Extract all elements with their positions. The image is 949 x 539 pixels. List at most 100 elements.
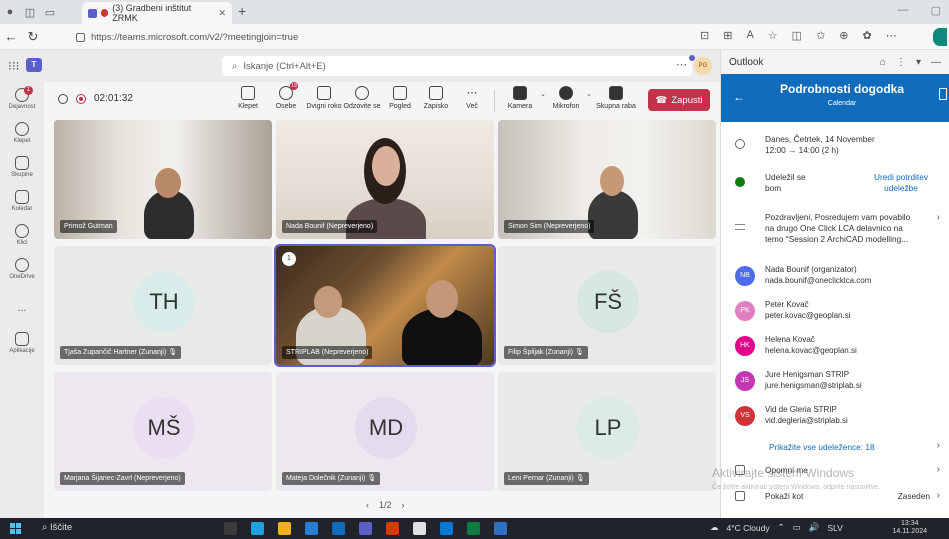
react-button[interactable]: Odzovite se bbox=[342, 86, 382, 110]
read-aloud-icon[interactable]: A bbox=[746, 29, 753, 42]
url-field[interactable]: https://teams.microsoft.com/v2/?meetingj… bbox=[76, 28, 716, 46]
back-icon[interactable]: ← bbox=[0, 29, 22, 44]
avatar-tile[interactable]: TH Tjaša Zupančič Hartner (Zunanji) 🎙 bbox=[54, 246, 272, 365]
collections-icon[interactable]: ⊕ bbox=[839, 29, 848, 42]
raise-hand-button[interactable]: Dvigni roko bbox=[304, 86, 344, 110]
participant-name: Primož Gutman bbox=[60, 220, 117, 233]
camera-button[interactable]: ⌄ Kamera bbox=[500, 86, 546, 110]
profile-icon[interactable]: ● bbox=[0, 2, 20, 22]
meeting-info-icon[interactable] bbox=[58, 94, 68, 104]
back-arrow-icon[interactable]: ← bbox=[733, 90, 745, 104]
favorite-star-icon[interactable]: ☆ bbox=[768, 29, 778, 42]
video-tile-active-speaker[interactable]: 1 STRIPLAB (Nepreverjeno) bbox=[274, 244, 496, 367]
teams-icon[interactable] bbox=[359, 522, 372, 535]
prev-page-icon[interactable]: ‹ bbox=[366, 500, 369, 510]
user-avatar[interactable]: PG bbox=[694, 57, 712, 75]
rail-item-onedrive[interactable]: OneDrive bbox=[0, 258, 44, 280]
windows-start-icon[interactable] bbox=[10, 523, 21, 534]
chrome-icon[interactable] bbox=[413, 522, 426, 535]
share-button[interactable]: Skupna raba bbox=[596, 86, 636, 110]
view-button[interactable]: Pogled bbox=[380, 86, 420, 110]
rail-label: Koledar bbox=[11, 206, 33, 212]
refresh-icon[interactable]: ↻ bbox=[22, 29, 44, 45]
chevron-right-icon[interactable]: › bbox=[937, 490, 940, 501]
browser-tab-teams[interactable]: (3) Gradbeni inštitut ZRMK ✕ bbox=[82, 2, 232, 24]
tray-overflow-icon[interactable]: ⌃ bbox=[778, 522, 785, 533]
favorites-icon[interactable]: ✩ bbox=[816, 29, 825, 42]
rsvp-status-2: bom bbox=[765, 183, 782, 193]
taskbar-clock[interactable]: 13:34 14.11.2024 bbox=[892, 520, 927, 536]
more-button[interactable]: ⋯ Več bbox=[452, 86, 492, 110]
participant-name: Tjaša Zupančič Hartner (Zunanji) 🎙 bbox=[60, 346, 182, 359]
taskbar-search[interactable]: ⌕ Iščite bbox=[42, 522, 72, 533]
split-screen-icon[interactable]: ◫ bbox=[792, 29, 802, 42]
minimize-icon[interactable]: — bbox=[898, 4, 909, 17]
attendee-item[interactable]: NB Nada Bounif (organizator) nada.bounif… bbox=[721, 262, 949, 292]
rail-item-more[interactable]: ... bbox=[0, 302, 44, 314]
copilot-icon[interactable] bbox=[933, 28, 947, 46]
home-icon[interactable]: ⌂ bbox=[880, 57, 886, 68]
delete-icon[interactable] bbox=[939, 88, 947, 100]
task-view-icon[interactable] bbox=[224, 522, 237, 535]
maximize-icon[interactable]: ▢ bbox=[931, 4, 941, 17]
more-options-icon[interactable]: ⋯ bbox=[676, 58, 687, 71]
video-tile[interactable]: Primož Gutman bbox=[54, 120, 272, 239]
mic-button[interactable]: ⌄ Mikrofon bbox=[546, 86, 592, 110]
avatar-tile[interactable]: MD Mateja Dolečnik (Zunanji) 🎙 bbox=[276, 372, 494, 491]
edit-rsvp-button[interactable]: Uredi potrditev udeležbe bbox=[861, 172, 941, 194]
rail-item-apps[interactable]: Aplikacije bbox=[0, 332, 44, 354]
reader-icon[interactable]: ⊞ bbox=[723, 29, 732, 42]
extensions-icon[interactable]: ✿ bbox=[863, 29, 872, 42]
edge-icon[interactable] bbox=[251, 522, 264, 535]
volume-icon[interactable]: 🔊 bbox=[809, 522, 820, 533]
remote-desktop-icon[interactable] bbox=[440, 522, 453, 535]
weather-text[interactable]: 4°C Cloudy bbox=[727, 523, 770, 533]
powerpoint-icon[interactable] bbox=[386, 522, 399, 535]
chevron-right-icon[interactable]: › bbox=[937, 212, 940, 223]
browser-menu-icon[interactable]: ⋯ bbox=[886, 29, 897, 42]
app-launcher-icon[interactable]: ⁝⁝⁝ bbox=[8, 59, 19, 73]
notes-label: Zapisko bbox=[423, 103, 449, 110]
attendee-item[interactable]: VS Vid de Gleria STRIP vid.degleria@stri… bbox=[721, 402, 949, 432]
video-tile[interactable]: Nada Bounif (Nepreverjeno) bbox=[276, 120, 494, 239]
rail-item-calls[interactable]: Klici bbox=[0, 224, 44, 246]
avatar-tile[interactable]: MŠ Marjana Šijanec-Zavrl (Nepreverjeno) bbox=[54, 372, 272, 491]
photos-icon[interactable] bbox=[494, 522, 507, 535]
rail-item-teams[interactable]: Skupine bbox=[0, 156, 44, 178]
app-available-icon[interactable]: ⊡ bbox=[700, 29, 709, 42]
new-tab-button[interactable]: + bbox=[238, 3, 246, 19]
tab-actions-icon[interactable]: ▭ bbox=[40, 2, 60, 22]
minimize-panel-icon[interactable]: — bbox=[931, 57, 941, 68]
search-input[interactable]: ⌕ Iskanje (Ctrl+Alt+E) bbox=[222, 56, 692, 76]
show-as-row[interactable]: Pokaži kot Zaseden › bbox=[721, 490, 949, 504]
people-button[interactable]: 19 Osebe bbox=[266, 82, 306, 110]
ellipsis-icon: ⋯ bbox=[466, 87, 478, 99]
rail-item-calendar[interactable]: Koledar bbox=[0, 190, 44, 212]
pin-icon[interactable]: ▾ bbox=[916, 57, 921, 68]
attendee-item[interactable]: JS Jure Henigsman STRIP jure.henigsman@s… bbox=[721, 367, 949, 397]
rail-item-chat[interactable]: Klepet bbox=[0, 122, 44, 144]
leave-button[interactable]: ☎ Zapusti bbox=[648, 89, 710, 111]
network-icon[interactable]: ▭ bbox=[793, 522, 801, 533]
close-tab-icon[interactable]: ✕ bbox=[218, 8, 226, 19]
language-indicator[interactable]: SLV bbox=[827, 523, 842, 533]
store-icon[interactable] bbox=[305, 522, 318, 535]
attendee-item[interactable]: HK Helena Kovač helena.kovac@geoplan.si bbox=[721, 332, 949, 362]
next-page-icon[interactable]: › bbox=[402, 500, 405, 510]
outlook-icon[interactable] bbox=[332, 522, 345, 535]
attendee-item[interactable]: PK Peter Kovač peter.kovac@geoplan.si bbox=[721, 297, 949, 327]
video-tile[interactable]: Simon Sim (Nepreverjeno) bbox=[498, 120, 716, 239]
panel-menu-icon[interactable]: ⋮ bbox=[896, 57, 906, 68]
attendee-email: vid.degleria@striplab.si bbox=[765, 416, 848, 425]
file-explorer-icon[interactable] bbox=[278, 522, 291, 535]
notes-button[interactable]: Zapisko bbox=[416, 86, 456, 110]
chat-button[interactable]: Klepet bbox=[228, 86, 268, 110]
chevron-right-icon[interactable]: › bbox=[937, 464, 940, 475]
rail-item-activity[interactable]: 1 Dejavnost bbox=[0, 86, 44, 110]
workspaces-icon[interactable]: ◫ bbox=[20, 2, 40, 22]
excel-icon[interactable] bbox=[467, 522, 480, 535]
mic-chevron-icon[interactable]: ⌄ bbox=[586, 90, 592, 98]
avatar-tile[interactable]: FŠ Filip Špiljak (Zunanji) 🎙 bbox=[498, 246, 716, 365]
avatar-tile[interactable]: LP Leni Pernar (Zunanji) 🎙 bbox=[498, 372, 716, 491]
chevron-right-icon[interactable]: › bbox=[937, 440, 940, 451]
